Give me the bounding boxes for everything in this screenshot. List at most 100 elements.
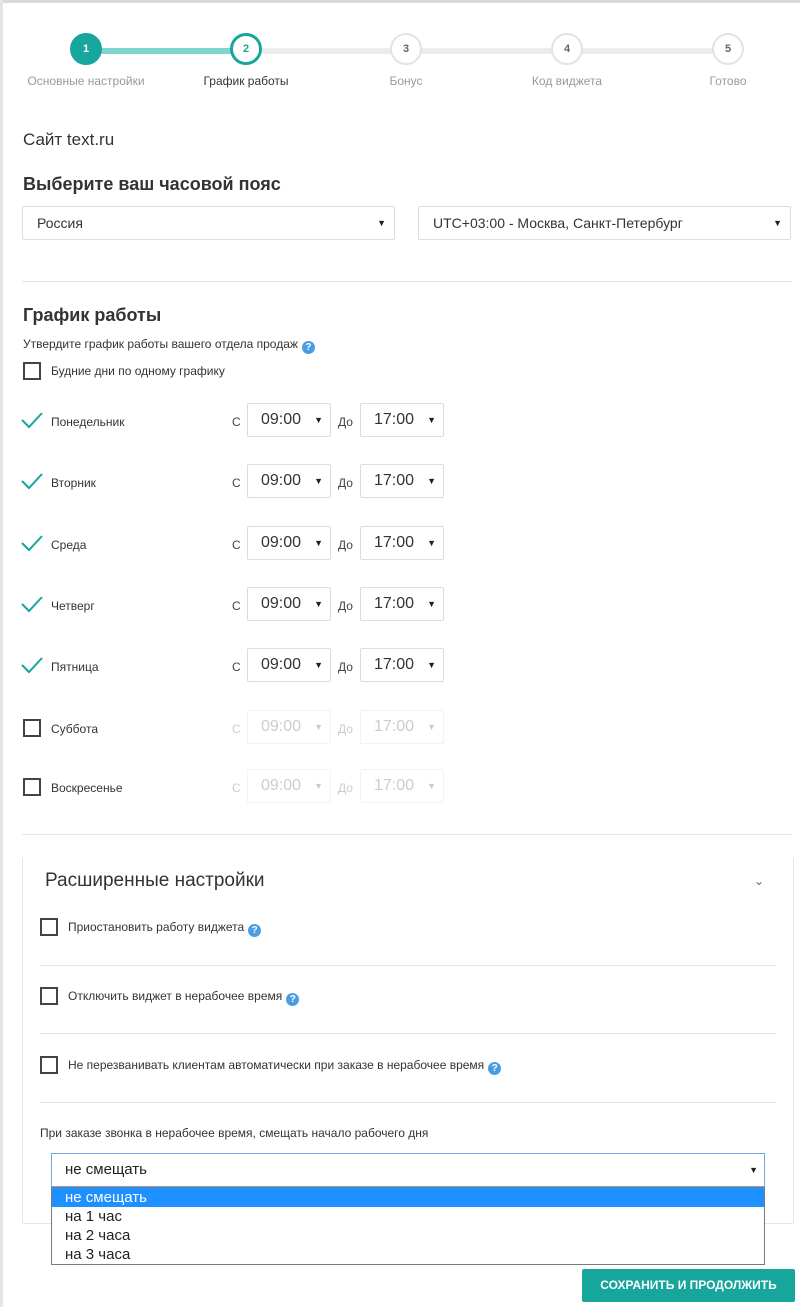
country-select[interactable]: Россия ▼	[22, 206, 395, 240]
schedule-heading: График работы	[23, 305, 162, 325]
day-name: Понедельник	[51, 415, 125, 429]
checkmark-icon[interactable]	[21, 472, 43, 490]
to-label: До	[338, 599, 353, 613]
help-icon[interactable]: ?	[301, 341, 315, 354]
step-1[interactable]: 1 Основные настройки	[16, 33, 156, 88]
caret-down-icon: ▼	[427, 660, 436, 670]
day-name: Среда	[51, 538, 87, 552]
from-time-select[interactable]: 09:00 ▼	[247, 648, 331, 682]
day-name: Суббота	[51, 722, 98, 736]
schedule-hint-text: Утвердите график работы вашего отдела пр…	[23, 337, 298, 351]
save-continue-button[interactable]: СОХРАНИТЬ И ПРОДОЛЖИТЬ	[582, 1269, 795, 1302]
disable-offhours-label: Отключить виджет в нерабочее время?	[68, 989, 300, 1006]
option-divider	[40, 1102, 776, 1103]
dropdown-option[interactable]: на 1 час	[52, 1207, 764, 1226]
from-time-value: 09:00	[261, 534, 302, 551]
step-3[interactable]: 3 Бонус	[336, 33, 476, 88]
window-top-border	[0, 0, 800, 3]
pause-widget-checkbox[interactable]	[40, 918, 58, 936]
to-time-value: 17:00	[374, 656, 415, 673]
dropdown-option[interactable]: не смещать	[52, 1188, 764, 1207]
from-time-select[interactable]: 09:00 ▼	[247, 464, 331, 498]
no-auto-callback-checkbox[interactable]	[40, 1056, 58, 1074]
step-4-label: Код виджета	[531, 74, 603, 88]
caret-down-icon: ▼	[427, 538, 436, 548]
shift-start-select[interactable]: не смещать ▼	[51, 1153, 765, 1187]
caret-down-icon: ▼	[314, 781, 323, 791]
from-time-value: 09:00	[261, 411, 302, 428]
step-5[interactable]: 5 Готово	[658, 33, 798, 88]
from-label: С	[232, 722, 241, 736]
advanced-settings-title[interactable]: Расширенные настройки	[45, 870, 265, 892]
to-time-value: 17:00	[374, 534, 415, 551]
caret-down-icon: ▼	[773, 218, 782, 228]
to-time-value: 17:00	[374, 595, 415, 612]
day-name: Воскресенье	[51, 781, 123, 795]
to-time-select[interactable]: 17:00 ▼	[360, 464, 444, 498]
from-label: С	[232, 599, 241, 613]
day-row-thursday: Четверг С 09:00 ▼ До 17:00 ▼	[0, 587, 800, 623]
day-checkbox[interactable]	[23, 719, 41, 737]
step-2-circle: 2	[230, 33, 262, 65]
help-icon[interactable]: ?	[286, 993, 300, 1006]
stepper-track	[246, 48, 728, 54]
step-4[interactable]: 4 Код виджета	[497, 33, 637, 88]
timezone-select[interactable]: UTC+03:00 - Москва, Санкт-Петербург ▼	[418, 206, 791, 240]
step-1-circle: 1	[70, 33, 102, 65]
caret-down-icon: ▼	[427, 415, 436, 425]
from-time-select[interactable]: 09:00 ▼	[247, 587, 331, 621]
to-time-select[interactable]: 17:00 ▼	[360, 648, 444, 682]
caret-down-icon: ▼	[314, 599, 323, 609]
caret-down-icon: ▼	[427, 476, 436, 486]
from-time-select: 09:00 ▼	[247, 710, 331, 744]
step-2[interactable]: 2 График работы	[176, 33, 316, 88]
dropdown-option[interactable]: на 2 часа	[52, 1226, 764, 1245]
no-auto-callback-text: Не перезванивать клиентам автоматически …	[68, 1058, 485, 1072]
day-row-friday: Пятница С 09:00 ▼ До 17:00 ▼	[0, 648, 800, 684]
from-label: С	[232, 660, 241, 674]
checkmark-icon[interactable]	[21, 656, 43, 674]
to-time-select[interactable]: 17:00 ▼	[360, 526, 444, 560]
day-row-sunday: Воскресенье С 09:00 ▼ До 17:00 ▼	[0, 769, 800, 805]
from-time-value: 09:00	[261, 472, 302, 489]
caret-down-icon: ▼	[427, 599, 436, 609]
checkmark-icon[interactable]	[21, 411, 43, 429]
from-time-select: 09:00 ▼	[247, 769, 331, 803]
from-label: С	[232, 415, 241, 429]
help-icon[interactable]: ?	[248, 924, 262, 937]
to-time-value: 17:00	[374, 472, 415, 489]
to-time-select: 17:00 ▼	[360, 769, 444, 803]
to-label: До	[338, 538, 353, 552]
step-1-label: Основные настройки	[27, 74, 145, 88]
to-label: До	[338, 722, 353, 736]
disable-offhours-text: Отключить виджет в нерабочее время	[68, 989, 283, 1003]
caret-down-icon: ▼	[314, 476, 323, 486]
step-4-circle: 4	[551, 33, 583, 65]
day-row-monday: Понедельник С 09:00 ▼ До 17:00 ▼	[0, 403, 800, 439]
day-name: Пятница	[51, 660, 99, 674]
to-time-select[interactable]: 17:00 ▼	[360, 403, 444, 437]
disable-offhours-checkbox[interactable]	[40, 987, 58, 1005]
no-auto-callback-label: Не перезванивать клиентам автоматически …	[68, 1058, 502, 1075]
same-weekdays-checkbox[interactable]	[23, 362, 41, 380]
chevron-down-icon[interactable]: ⌄	[754, 874, 764, 888]
schedule-hint: Утвердите график работы вашего отдела пр…	[23, 337, 315, 354]
country-select-value: Россия	[37, 215, 83, 231]
caret-down-icon: ▼	[314, 722, 323, 732]
step-3-circle: 3	[390, 33, 422, 65]
checkmark-icon[interactable]	[21, 595, 43, 613]
checkmark-icon[interactable]	[21, 534, 43, 552]
step-2-label: График работы	[203, 74, 289, 88]
to-time-select[interactable]: 17:00 ▼	[360, 587, 444, 621]
from-time-select[interactable]: 09:00 ▼	[247, 526, 331, 560]
shift-start-dropdown: не смещать на 1 час на 2 часа на 3 часа	[51, 1187, 765, 1265]
caret-down-icon: ▼	[377, 218, 386, 228]
dropdown-option[interactable]: на 3 часа	[52, 1245, 764, 1264]
help-icon[interactable]: ?	[488, 1062, 502, 1075]
from-time-select[interactable]: 09:00 ▼	[247, 403, 331, 437]
timezone-heading: Выберите ваш часовой пояс	[23, 174, 281, 194]
wizard-stepper: 1 Основные настройки 2 График работы 3 Б…	[0, 33, 800, 93]
day-checkbox[interactable]	[23, 778, 41, 796]
to-time-value: 17:00	[374, 411, 415, 428]
option-divider	[40, 1033, 776, 1034]
